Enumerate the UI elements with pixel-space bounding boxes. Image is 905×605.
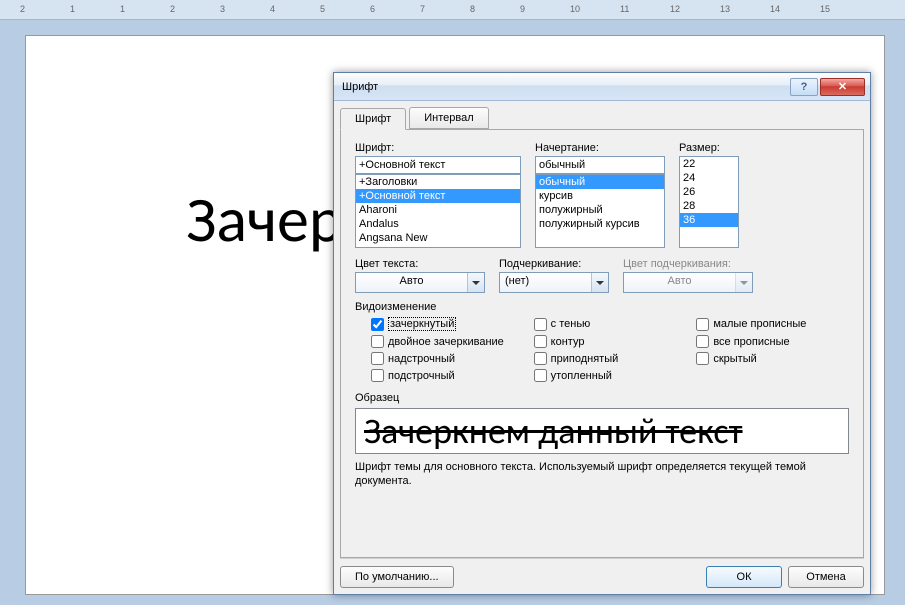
style-input[interactable] (535, 156, 665, 174)
sample-text: Зачеркнем данный текст (364, 409, 743, 453)
chevron-down-icon[interactable] (591, 273, 608, 292)
tab-row: Шрифт Интервал (340, 107, 864, 130)
style-label: Начертание: (535, 142, 665, 154)
list-item[interactable]: 24 (680, 171, 738, 185)
cb-sub[interactable]: подстрочный (371, 369, 524, 382)
help-button[interactable]: ? (790, 78, 818, 96)
tab-panel: Шрифт: +Заголовки +Основной текст Aharon… (340, 130, 864, 558)
list-item[interactable]: курсив (536, 189, 664, 203)
cb-emboss[interactable]: приподнятый (534, 352, 687, 365)
sample-box: Зачеркнем данный текст (355, 408, 849, 454)
underline-combo[interactable]: (нет) (499, 272, 609, 293)
cb-super[interactable]: надстрочный (371, 352, 524, 365)
underline-label: Подчеркивание: (499, 258, 609, 270)
sample-label: Образец (355, 392, 849, 404)
list-item[interactable]: +Основной текст (356, 189, 520, 203)
list-item[interactable]: 22 (680, 157, 738, 171)
list-item[interactable]: 28 (680, 199, 738, 213)
list-item[interactable]: Andalus (356, 217, 520, 231)
style-listbox[interactable]: обычный курсив полужирный полужирный кур… (535, 174, 665, 248)
font-listbox[interactable]: +Заголовки +Основной текст Aharoni Andal… (355, 174, 521, 248)
sample-description: Шрифт темы для основного текста. Использ… (355, 460, 849, 489)
dialog-body: Шрифт Интервал Шрифт: +Заголовки +Основн… (334, 101, 870, 594)
list-item[interactable]: 26 (680, 185, 738, 199)
chevron-down-icon[interactable] (467, 273, 484, 292)
ok-button[interactable]: ОК (706, 566, 782, 588)
list-item[interactable]: полужирный (536, 203, 664, 217)
cb-outline[interactable]: контур (534, 335, 687, 348)
tab-font[interactable]: Шрифт (340, 108, 406, 130)
cb-dstrike[interactable]: двойное зачеркивание (371, 335, 524, 348)
list-item[interactable]: полужирный курсив (536, 217, 664, 231)
title-bar: Шрифт ? ✕ (334, 73, 870, 101)
list-item[interactable]: Angsana New (356, 231, 520, 245)
cb-allcaps[interactable]: все прописные (696, 335, 849, 348)
ucolor-combo: Авто (623, 272, 753, 293)
default-button[interactable]: По умолчанию... (340, 566, 454, 588)
cb-hidden[interactable]: скрытый (696, 352, 849, 365)
cancel-button[interactable]: Отмена (788, 566, 864, 588)
list-item[interactable]: обычный (536, 175, 664, 189)
ucolor-label: Цвет подчеркивания: (623, 258, 753, 270)
cb-smallcaps[interactable]: малые прописные (696, 317, 849, 331)
chevron-down-icon (735, 273, 752, 292)
cb-engrave[interactable]: утопленный (534, 369, 687, 382)
font-input[interactable] (355, 156, 521, 174)
color-label: Цвет текста: (355, 258, 485, 270)
horizontal-ruler: 21123456789101112131415 (0, 0, 905, 20)
cb-strike[interactable]: зачеркнутый (371, 317, 524, 331)
list-item[interactable]: 36 (680, 213, 738, 227)
effects-grid: зачеркнутый с тенью малые прописные двой… (355, 317, 849, 382)
effects-label: Видоизменение (355, 301, 849, 313)
size-label: Размер: (679, 142, 739, 154)
list-item[interactable]: Aharoni (356, 203, 520, 217)
close-button[interactable]: ✕ (820, 78, 865, 96)
font-label: Шрифт: (355, 142, 521, 154)
font-dialog: Шрифт ? ✕ Шрифт Интервал Шрифт: +Заголов… (333, 72, 871, 595)
dialog-title: Шрифт (342, 81, 788, 93)
color-combo[interactable]: Авто (355, 272, 485, 293)
size-listbox[interactable]: 22 24 26 28 36 (679, 156, 739, 248)
list-item[interactable]: +Заголовки (356, 175, 520, 189)
tab-interval[interactable]: Интервал (409, 107, 488, 129)
cb-shadow[interactable]: с тенью (534, 317, 687, 331)
button-row: По умолчанию... ОК Отмена (340, 558, 864, 588)
